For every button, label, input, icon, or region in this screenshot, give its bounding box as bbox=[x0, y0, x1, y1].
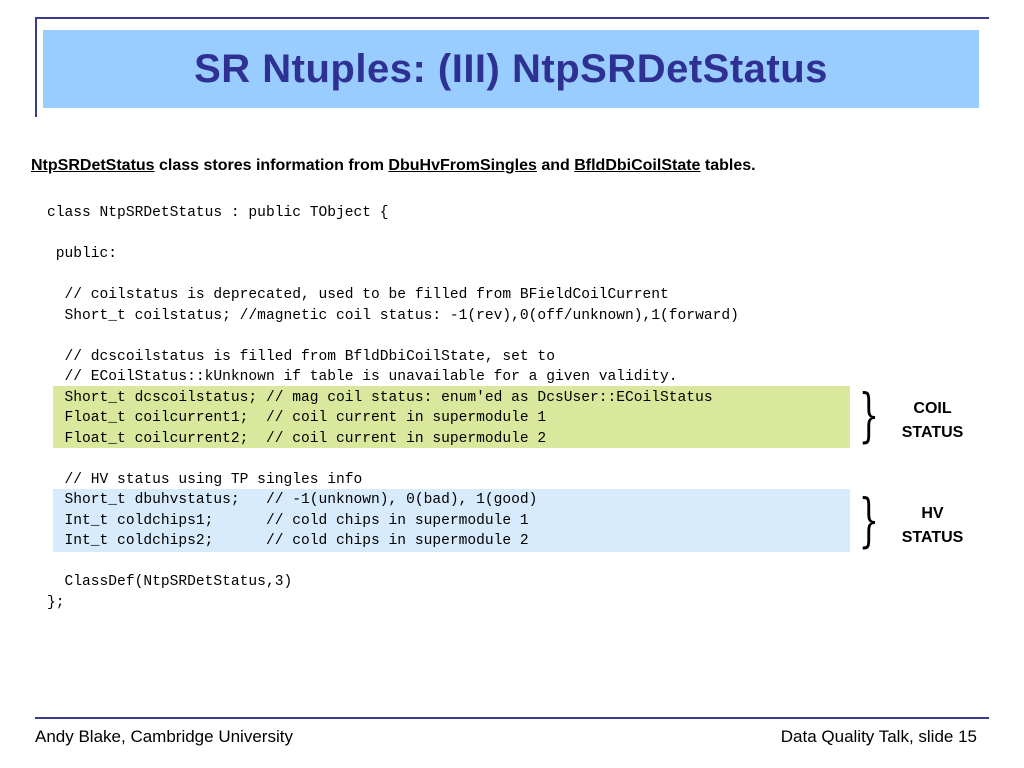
footer-author: Andy Blake, Cambridge University bbox=[35, 727, 293, 746]
code-line: Float_t coilcurrent1; // coil current in… bbox=[47, 410, 547, 426]
code-line: class NtpSRDetStatus : public TObject { bbox=[47, 205, 389, 221]
code-line: // dcscoilstatus is filled from BfldDbiC… bbox=[47, 348, 555, 365]
footer-slide-ref: Data Quality Talk, slide 15 bbox=[780, 727, 977, 746]
code-line: // HV status using TP singles info bbox=[47, 471, 363, 488]
code-line: Int_t coldchips2; // cold chips in super… bbox=[47, 533, 529, 549]
coil-status-label: COIL STATUS bbox=[880, 397, 985, 445]
code-line: Short_t dbuhvstatus; // -1(unknown), 0(b… bbox=[47, 492, 538, 508]
code-line: Short_t dcscoilstatus; // mag coil statu… bbox=[47, 389, 713, 406]
code-line: Float_t coilcurrent2; // coil current in… bbox=[47, 430, 547, 447]
hv-label-line2: STATUS bbox=[901, 529, 964, 546]
code-line: public: bbox=[47, 246, 118, 262]
hv-label-line1: HV bbox=[921, 505, 944, 522]
code-line: }; bbox=[47, 594, 65, 611]
coil-brace-icon: } bbox=[858, 381, 880, 449]
code-line: ClassDef(NtpSRDetStatus,3) bbox=[47, 574, 293, 590]
hv-status-label: HV STATUS bbox=[880, 502, 985, 550]
coil-label-line1: COIL bbox=[913, 400, 952, 417]
code-line: // ECoilStatus::kUnknown if table is una… bbox=[47, 369, 678, 385]
footer-rule bbox=[35, 717, 989, 719]
code-line: // coilstatus is deprecated, used to be … bbox=[47, 287, 669, 303]
code-line: Int_t coldchips1; // cold chips in super… bbox=[47, 512, 529, 529]
hv-brace-icon: } bbox=[858, 486, 880, 554]
code-line: Short_t coilstatus; //magnetic coil stat… bbox=[47, 307, 739, 324]
coil-label-line2: STATUS bbox=[901, 424, 964, 441]
